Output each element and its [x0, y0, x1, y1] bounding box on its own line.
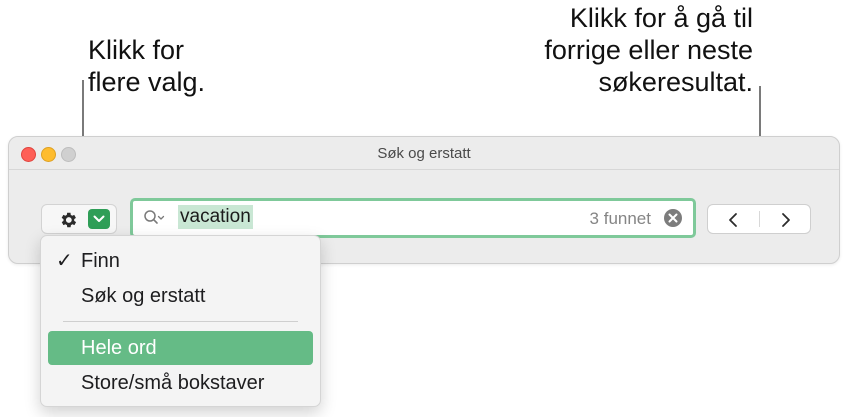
- previous-result-button[interactable]: [708, 205, 759, 233]
- magnifier-icon[interactable]: [143, 209, 165, 227]
- title-bar: Søk og erstatt: [9, 137, 839, 170]
- chevron-left-icon: [729, 213, 737, 227]
- menu-separator: [63, 321, 298, 322]
- callout-more-options: Klikk for flere valg.: [88, 34, 205, 98]
- chevron-right-icon: [782, 213, 790, 227]
- menu-item-hele-ord[interactable]: Hele ord: [48, 331, 313, 365]
- menu-item-finn[interactable]: ✓ Finn: [48, 244, 313, 278]
- menu-item-label: Søk og erstatt: [81, 285, 206, 307]
- menu-item-label: Finn: [81, 250, 120, 272]
- gear-icon: [61, 212, 77, 228]
- window-title: Søk og erstatt: [377, 145, 471, 162]
- options-dropdown[interactable]: [88, 209, 110, 229]
- callout-line: Klikk for: [88, 35, 185, 65]
- menu-item-store-sma-bokstaver[interactable]: Store/små bokstaver: [48, 366, 313, 400]
- menu-item-label: Store/små bokstaver: [81, 372, 265, 394]
- search-text[interactable]: vacation: [178, 205, 253, 229]
- menu-item-label: Hele ord: [81, 337, 157, 359]
- options-menu: ✓ Finn Søk og erstatt Hele ord Store/små…: [40, 235, 321, 407]
- chevron-down-icon: [93, 215, 105, 222]
- menu-item-sok-og-erstatt[interactable]: Søk og erstatt: [48, 279, 313, 313]
- next-result-button[interactable]: [760, 205, 811, 233]
- checkmark-icon: ✓: [56, 250, 73, 272]
- options-menu-button[interactable]: [41, 204, 117, 234]
- callout-line: forrige eller neste: [544, 35, 753, 65]
- match-count: 3 funnet: [589, 209, 651, 228]
- callout-line: flere valg.: [88, 67, 206, 97]
- result-navigation: [707, 204, 811, 234]
- callout-line: Klikk for å gå til: [569, 3, 753, 33]
- callout-navigate-results: Klikk for å gå til forrige eller neste s…: [544, 2, 753, 98]
- callout-line: søkeresultat.: [598, 67, 753, 97]
- clear-icon[interactable]: [663, 208, 683, 228]
- search-input[interactable]: vacation 3 funnet: [130, 198, 696, 238]
